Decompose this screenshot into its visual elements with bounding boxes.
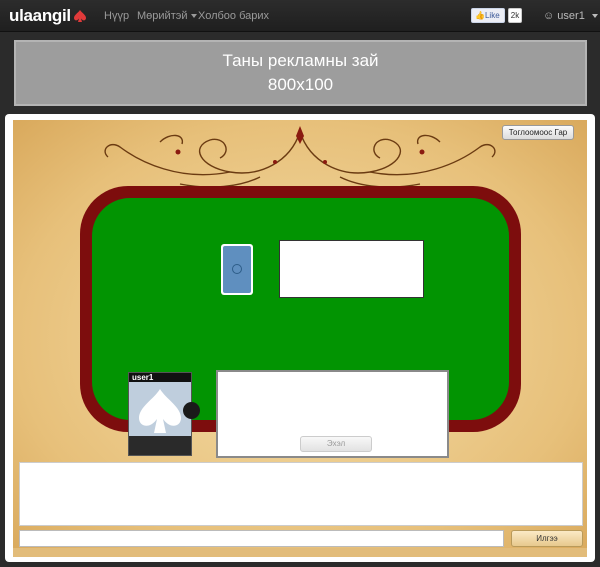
nav-games-label: Мөрийтэй <box>137 10 188 22</box>
played-cards-area <box>279 240 424 298</box>
ornament-decoration <box>104 126 496 188</box>
user-menu-dropdown[interactable]: ☺ user1 <box>543 10 598 22</box>
card-back-emblem-icon <box>232 264 242 274</box>
like-count-badge: 2k <box>508 8 522 23</box>
nav-home-link[interactable]: Нүүр <box>104 10 129 22</box>
user-icon: ☺ <box>543 10 555 22</box>
user-menu-label: user1 <box>557 10 585 22</box>
card-deck[interactable] <box>221 244 253 295</box>
ad-size: 800x100 <box>267 75 334 94</box>
action-panel: Эхэл <box>216 370 449 458</box>
chat-log <box>19 462 583 526</box>
top-navbar: ulaangil Нүүр Мөрийтэй Холбоо барих 👍Lik… <box>0 0 600 32</box>
chevron-down-icon <box>591 14 598 19</box>
nav-games-dropdown[interactable]: Мөрийтэй <box>137 10 198 22</box>
facebook-like-button[interactable]: 👍Like <box>471 8 505 23</box>
player-name: user1 <box>129 373 191 382</box>
dealer-chip <box>183 402 200 419</box>
thumbs-up-icon: 👍 <box>475 11 485 20</box>
spade-avatar-icon <box>139 389 181 433</box>
spade-logo-icon <box>74 10 86 22</box>
chevron-down-icon <box>191 14 198 19</box>
like-label: Like <box>484 11 500 20</box>
ad-title: Таны рекламны зай <box>222 51 379 70</box>
ad-banner[interactable]: Таны рекламны зай 800x100 <box>14 40 587 106</box>
card-back <box>223 246 251 293</box>
bottom-decoration <box>13 548 587 557</box>
nav-contact-link[interactable]: Холбоо барих <box>198 10 269 22</box>
start-game-button[interactable]: Эхэл <box>300 436 372 452</box>
send-button[interactable]: Илгээ <box>511 530 583 547</box>
brand-logo[interactable]: ulaangil <box>9 6 71 26</box>
chat-input[interactable] <box>19 530 504 547</box>
player-info-bar <box>129 436 191 455</box>
leave-game-button[interactable]: Тоглоомоос Гар <box>502 125 574 140</box>
player-seat[interactable]: user1 <box>128 372 192 456</box>
